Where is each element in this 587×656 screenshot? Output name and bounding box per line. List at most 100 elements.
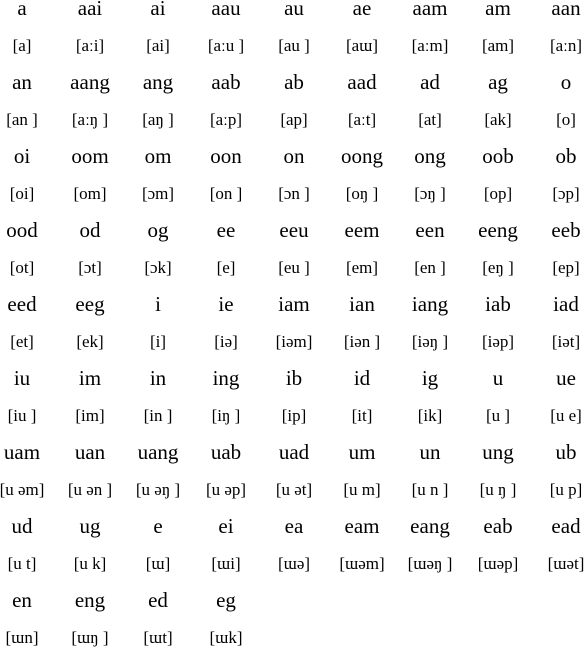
ipa-transcription: [ɯŋ ] [71, 628, 109, 647]
syllable-cell: ag [ak] [464, 64, 532, 138]
ipa-transcription: [au ] [278, 36, 310, 55]
spelling: eab [483, 514, 513, 538]
spelling: een [415, 218, 445, 242]
spelling: ab [284, 70, 304, 94]
spelling: eam [344, 514, 380, 538]
ipa-transcription: [ek] [76, 332, 104, 351]
ipa-transcription: [aːu ] [207, 36, 245, 55]
ipa-transcription: [ɔk] [144, 258, 172, 277]
spelling: e [153, 514, 163, 538]
ipa-transcription: [on ] [209, 184, 243, 203]
syllable-cell: uan [u ən ] [56, 434, 124, 508]
syllable-cell: oob [op] [464, 138, 532, 212]
syllable-cell: ae [aɯ] [328, 0, 396, 64]
syllable-cell: eab [ɯəp] [464, 508, 532, 582]
syllable-cell: eng [ɯŋ ] [56, 582, 124, 656]
spelling: iam [278, 292, 310, 316]
syllable-cell: ee [e] [192, 212, 260, 286]
syllable-cell: ub [u p] [532, 434, 587, 508]
spelling: eng [74, 588, 106, 612]
spelling: uab [210, 440, 242, 464]
spelling: iu [13, 366, 31, 390]
syllable-cell: eem [em] [328, 212, 396, 286]
spelling: um [348, 440, 376, 464]
syllable-cell: uab [u əp] [192, 434, 260, 508]
syllable-cell: i [i] [124, 286, 192, 360]
ipa-transcription: [ɯət] [547, 554, 585, 573]
ipa-transcription: [ot] [9, 258, 35, 277]
ipa-transcription: [et] [10, 332, 34, 351]
syllable-cell: ib [ip] [260, 360, 328, 434]
spelling: ag [488, 70, 508, 94]
ipa-transcription: [aːm] [411, 36, 449, 55]
syllable-cell: eed [et] [0, 286, 56, 360]
syllable-cell: um [u m] [328, 434, 396, 508]
spelling: i [155, 292, 161, 316]
spelling: aab [211, 70, 241, 94]
syllable-cell: om [ɔm] [124, 138, 192, 212]
syllable-cell: eam [ɯəm] [328, 508, 396, 582]
syllable-cell: ai [ai] [124, 0, 192, 64]
ipa-transcription: [am] [481, 36, 515, 55]
ipa-transcription: [iəp] [481, 332, 515, 351]
ipa-transcription: [u e] [550, 406, 582, 425]
syllable-cell: un [u n ] [396, 434, 464, 508]
ipa-transcription: [om] [73, 184, 107, 203]
spelling: eeg [75, 292, 105, 316]
syllable-cell: o [o] [532, 64, 587, 138]
spelling: ai [150, 0, 166, 20]
ipa-transcription: [it] [351, 406, 373, 425]
ipa-transcription: [ik] [417, 406, 443, 425]
syllable-cell: ue [u e] [532, 360, 587, 434]
spelling: uam [3, 440, 41, 464]
spelling: ie [218, 292, 234, 316]
spelling: aad [347, 70, 377, 94]
spelling: o [560, 70, 572, 94]
ipa-transcription: [eu ] [278, 258, 310, 277]
syllable-cell: eeu [eu ] [260, 212, 328, 286]
syllable-cell: ung [u ŋ ] [464, 434, 532, 508]
syllable-cell: eeng [eŋ ] [464, 212, 532, 286]
spelling: a [17, 0, 27, 20]
ipa-transcription: [i] [149, 332, 167, 351]
spelling: ian [349, 292, 375, 316]
spelling: u [492, 366, 504, 390]
spelling: eeng [478, 218, 518, 242]
spelling: ei [218, 514, 234, 538]
ipa-transcription: [at] [418, 110, 442, 129]
ipa-transcription: [u m] [343, 480, 381, 499]
ipa-transcription: [iŋ ] [211, 406, 241, 425]
syllable-cell: aan [aːn] [532, 0, 587, 64]
ipa-transcription: [ɔt] [78, 258, 102, 277]
syllable-cell: ei [ɯi] [192, 508, 260, 582]
syllable-table: a [a] aai [aːi] ai [ai] aau [aːu ] au [au ] ae [aɯ]… [0, 0, 587, 656]
syllable-cell: ian [iən ] [328, 286, 396, 360]
syllable-cell: iu [iu ] [0, 360, 56, 434]
syllable-cell: ead [ɯət] [532, 508, 587, 582]
syllable-cell: ong [ɔŋ ] [396, 138, 464, 212]
ipa-transcription: [ak] [484, 110, 512, 129]
ipa-transcription: [ɯə] [277, 554, 311, 573]
ipa-transcription: [ɯəm] [339, 554, 385, 573]
spelling: uan [74, 440, 106, 464]
syllable-cell: am [am] [464, 0, 532, 64]
syllable-cell: aad [aːt] [328, 64, 396, 138]
syllable-cell: oom [om] [56, 138, 124, 212]
ipa-transcription: [oŋ ] [345, 184, 379, 203]
spelling: in [149, 366, 167, 390]
syllable-cell: e [ɯ] [124, 508, 192, 582]
syllable-cell: ug [u k] [56, 508, 124, 582]
ipa-transcription: [ai] [146, 36, 170, 55]
spelling: uang [137, 440, 179, 464]
spelling: oong [341, 144, 383, 168]
syllable-cell: en [ɯn] [0, 582, 56, 656]
spelling: aau [211, 0, 241, 20]
spelling: id [353, 366, 371, 390]
syllable-cell: u [u ] [464, 360, 532, 434]
spelling: au [284, 0, 304, 20]
spelling: ing [212, 366, 240, 390]
ipa-transcription: [e] [216, 258, 236, 277]
spelling: iad [553, 292, 579, 316]
spelling: eang [410, 514, 450, 538]
ipa-transcription: [u ət] [275, 480, 313, 499]
